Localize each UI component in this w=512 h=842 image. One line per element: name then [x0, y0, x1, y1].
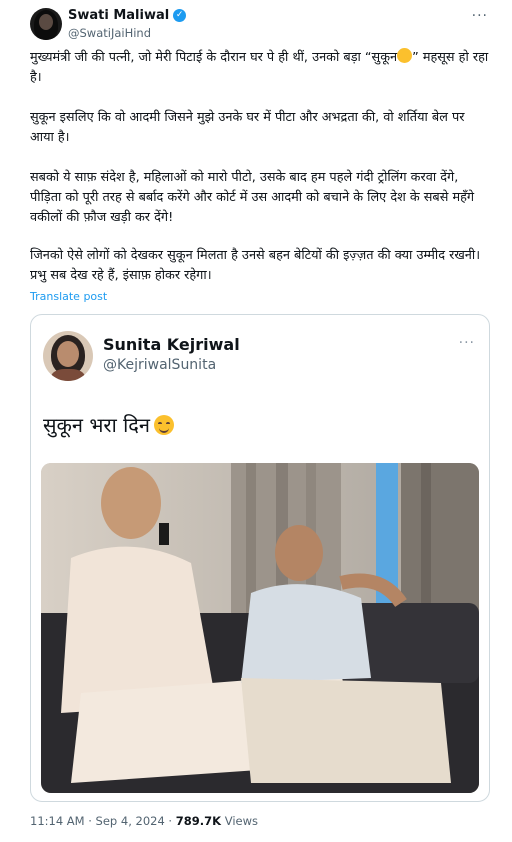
post-paragraph-2: सुकून इसलिए कि वो आदमी जिसने मुझे उनके घ… — [30, 110, 465, 145]
post-paragraph-1: मुख्यमंत्री जी की पत्नी, जो मेरी पिटाई क… — [30, 48, 490, 88]
author-avatar[interactable] — [30, 8, 62, 40]
views-count: 789.7K — [175, 814, 222, 828]
translate-post-link[interactable]: Translate post — [30, 290, 107, 303]
more-options-icon[interactable]: ··· — [472, 8, 488, 24]
post-timestamp[interactable]: 11:14 AM · Sep 4, 2024 · — [30, 814, 176, 828]
post-paragraph-4: जिनको ऐसे लोगों को देखकर सुकून मिलता है … — [30, 248, 481, 283]
author-handle[interactable]: @SwatiJaiHind — [68, 26, 151, 40]
smiling-face-with-hands-emoji-icon — [397, 48, 413, 63]
quoted-post-card[interactable]: Sunita Kejriwal @KejriwalSunita ··· सुकू… — [30, 314, 490, 802]
quoted-more-options-icon[interactable]: ··· — [459, 335, 475, 351]
views-label: Views — [221, 814, 258, 828]
quoted-author-name[interactable]: Sunita Kejriwal — [103, 335, 240, 354]
author-name[interactable]: Swati Maliwal — [68, 8, 169, 23]
post-paragraph-1-part-a: मुख्यमंत्री जी की पत्नी, जो मेरी पिटाई क… — [30, 50, 398, 65]
quoted-post-text: सुकून भरा दिन — [43, 411, 175, 438]
verified-badge-icon: ✓ — [173, 9, 187, 22]
post-paragraph-3: सबको ये साफ़ संदेश है, महिलाओं को मारो प… — [30, 170, 475, 225]
author-name-row[interactable]: Swati Maliwal ✓ — [68, 8, 187, 23]
quoted-author-avatar[interactable] — [43, 331, 93, 381]
quoted-author-handle[interactable]: @KejriwalSunita — [103, 357, 216, 373]
photo-illustration — [41, 463, 479, 793]
quoted-post-photo[interactable] — [41, 463, 479, 793]
smiling-face-with-hands-emoji-icon — [154, 414, 175, 435]
post-meta: 11:14 AM · Sep 4, 2024 · 789.7K Views — [30, 814, 258, 828]
quoted-text: सुकून भरा दिन — [43, 413, 151, 437]
